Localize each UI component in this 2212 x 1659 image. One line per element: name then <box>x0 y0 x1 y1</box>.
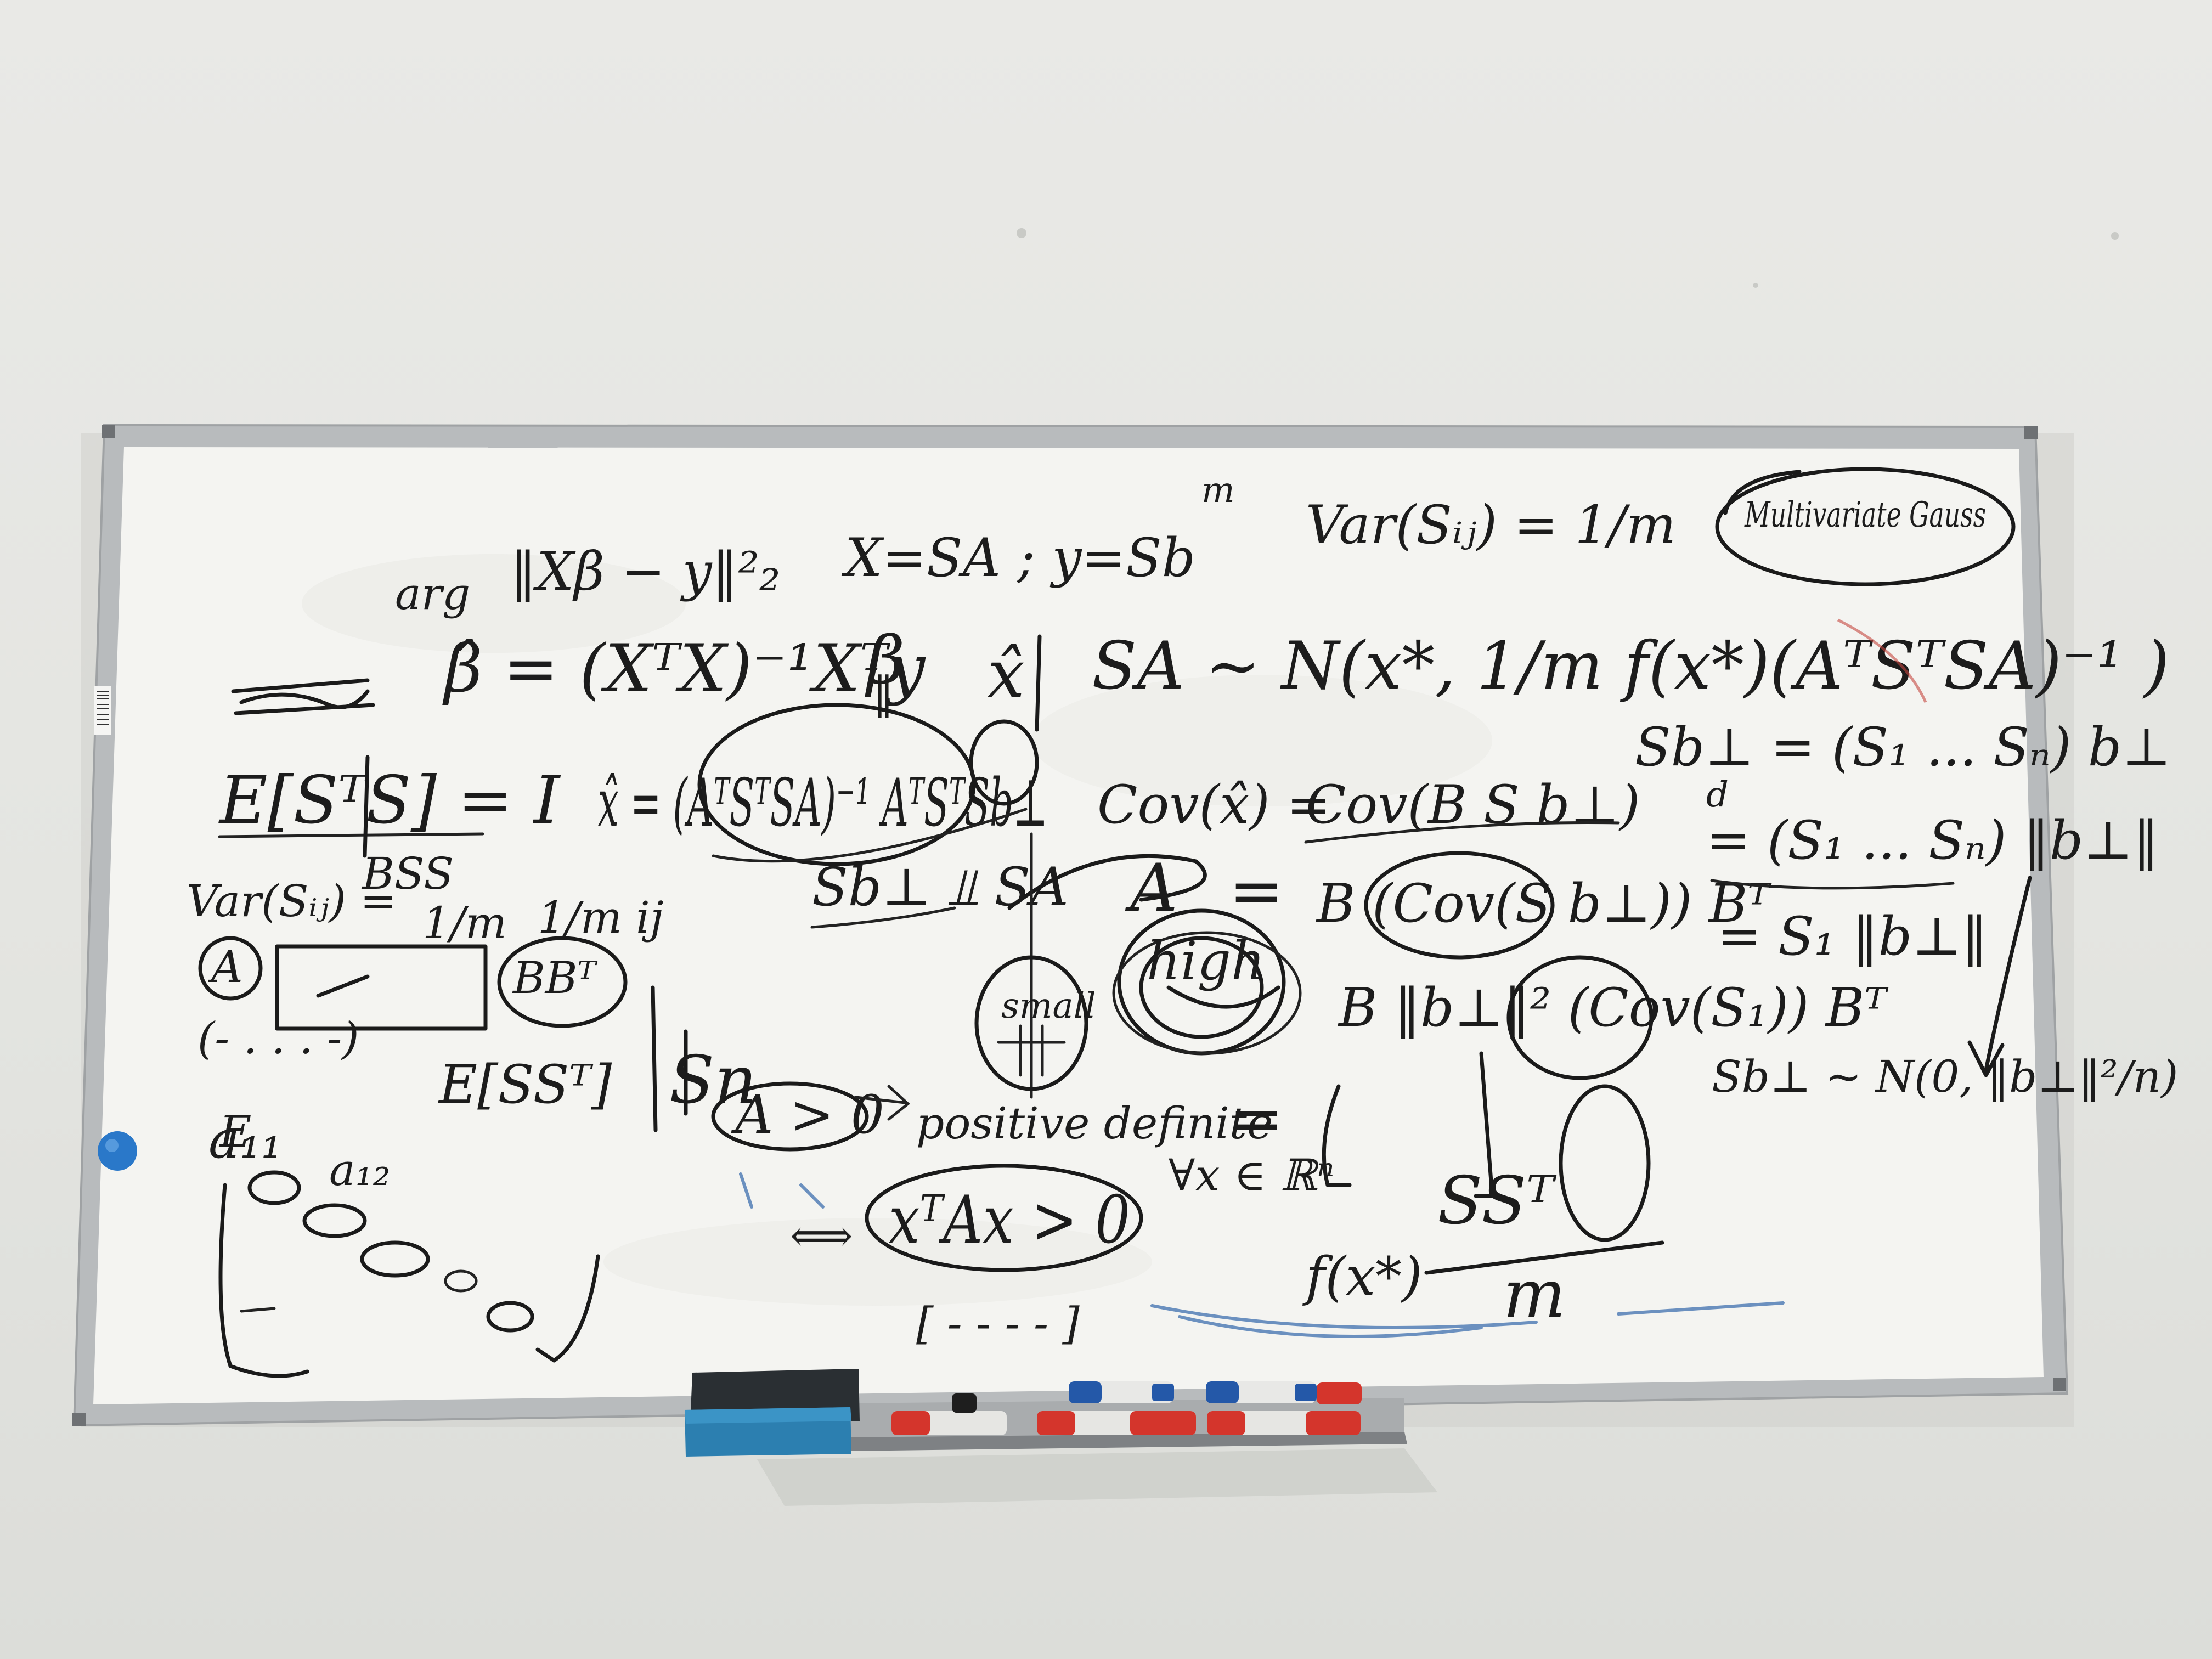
argmin-text: arg <box>395 568 470 619</box>
var-s-frac: 1/m <box>422 898 507 949</box>
distribution-formula: SA ~ N(x*, 1/m f(x*)(AᵀSᵀSA)⁻¹ ) <box>1092 628 2169 704</box>
xtax-text: xᵀAx > 0 <box>889 1182 1130 1259</box>
iff-symbol: ⟺ <box>790 1210 853 1261</box>
expectation-identity: E[SᵀS] = I <box>218 763 561 839</box>
a-circled: A <box>207 941 243 992</box>
a12-text: a₁₂ <box>329 1144 391 1195</box>
whiteboard-scene: arg ‖Xβ − y‖²₂ X=SA ; y=Sb m Var(Sᵢⱼ) = … <box>72 228 2178 1506</box>
marker-red-1[interactable] <box>1317 1383 1362 1404</box>
marker-red-2[interactable] <box>891 1411 1007 1435</box>
dist-over-d: d <box>1706 775 1729 815</box>
positive-definite-text: positive definite <box>916 1098 1273 1149</box>
independence-stmt: Sb⊥ ⫫ SA <box>812 856 1069 918</box>
a-pd: A > 0 <box>731 1084 884 1146</box>
sst-text: SSᵀ <box>1437 1163 1557 1239</box>
marker-blue-2[interactable] <box>1206 1381 1317 1403</box>
dots-row: (- . . . -) <box>198 1013 359 1064</box>
var-header-text: Var(Sᵢⱼ) = 1/m <box>1306 494 1676 556</box>
divider-stroke <box>1035 634 1042 732</box>
a11-text: a₁₁ <box>208 1109 282 1170</box>
var-m-note: m <box>1201 470 1235 511</box>
x-hat-symbol: x̂ <box>988 636 1025 713</box>
beta-hat-formula: β̂ = (XᵀX)⁻¹Xᵀy <box>442 631 926 707</box>
dots-row-2: [ - - - - ] <box>916 1298 1080 1349</box>
sb-def2: = (S₁ ... Sₙ) ‖b⊥‖ <box>1706 810 2159 871</box>
var-s-lhs: Var(Sᵢⱼ) = <box>187 876 397 927</box>
marker-red-3[interactable] <box>1037 1411 1196 1435</box>
tray-shadow <box>757 1448 1437 1506</box>
equals-bracket: = <box>1229 1081 1284 1157</box>
one-over-m-ij: 1/m ij <box>538 892 664 943</box>
marker-black[interactable] <box>952 1393 977 1413</box>
cov-eq3: B ‖b⊥‖² (Cov(S₁)) Bᵀ <box>1338 977 1889 1039</box>
marker-blue-1[interactable] <box>1069 1381 1174 1403</box>
cov-lhs: Cov(x̂) = <box>1097 774 1330 836</box>
marker-red-4[interactable] <box>1207 1411 1361 1435</box>
small-text: small <box>1001 986 1096 1026</box>
f-xstar: f(x*) <box>1302 1246 1423 1307</box>
sb-def: Sb⊥ = (S₁ ... Sₙ) b⊥ <box>1635 716 2171 778</box>
bbt-text: BBᵀ <box>512 952 598 1003</box>
e-ss-text: E[SSᵀ] <box>438 1054 612 1115</box>
barcode-sticker <box>94 686 111 735</box>
sb-dist: Sb⊥ ~ N(0, ‖b⊥‖²/n) <box>1712 1051 2178 1102</box>
forall-text: ∀x ∈ ℝⁿ <box>1169 1150 1334 1201</box>
x-hat-formula: x̂ = (AᵀSᵀSA)⁻¹ AᵀSᵀSb⊥ <box>598 765 1048 842</box>
magnet[interactable] <box>98 1131 137 1171</box>
multivariate-label: Multivariate Gauss <box>1744 495 1986 535</box>
sb-def3: = S₁ ‖b⊥‖ <box>1717 906 1988 967</box>
sketch-assign-text: X=SA ; y=Sb <box>841 527 1195 589</box>
eraser[interactable] <box>685 1369 860 1457</box>
high-text: high <box>1147 930 1265 992</box>
least-squares-text: ‖Xβ − y‖²₂ <box>510 541 781 602</box>
